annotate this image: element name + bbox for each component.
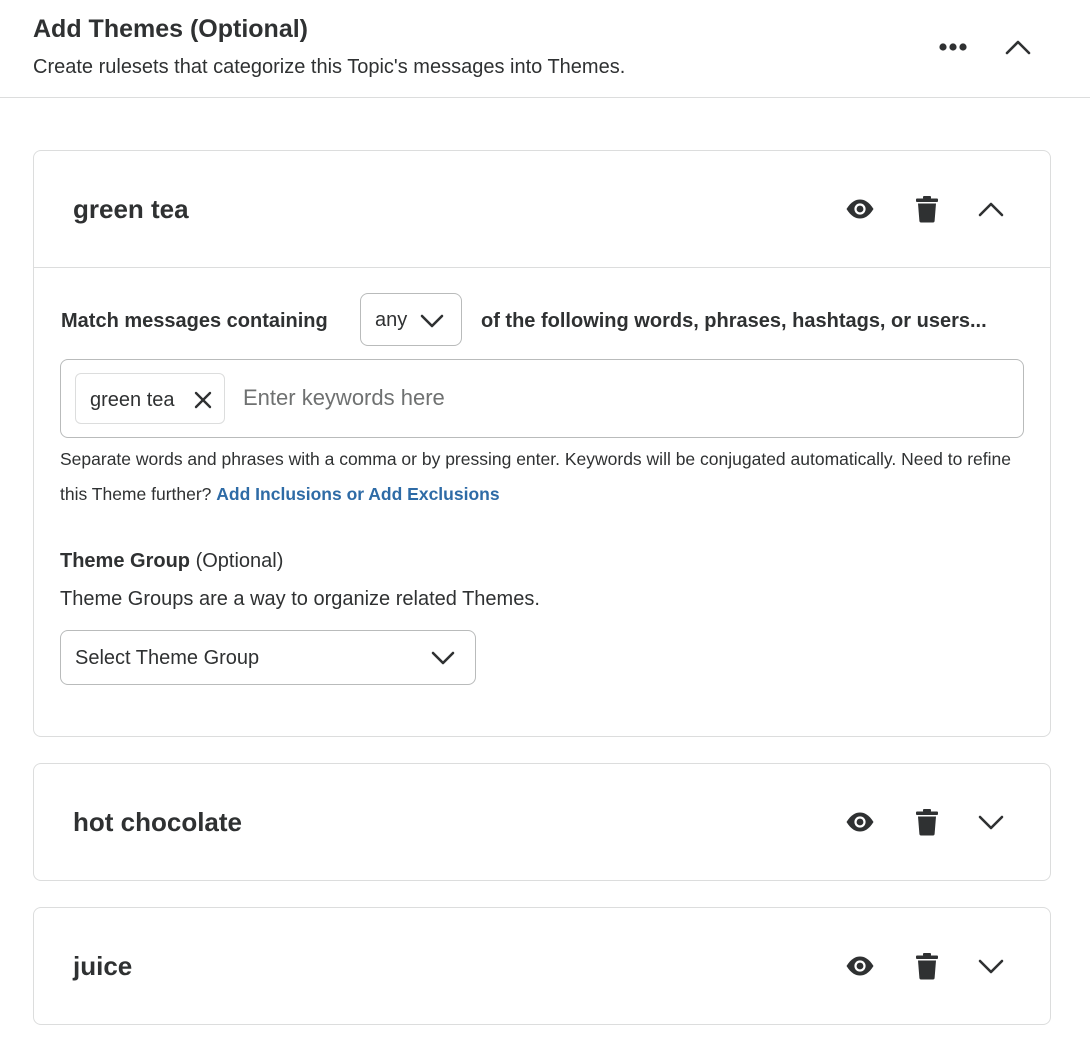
- preview-theme-button[interactable]: [843, 806, 877, 838]
- section-subtitle: Create rulesets that categorize this Top…: [33, 56, 626, 78]
- theme-name: green tea: [73, 194, 189, 224]
- theme-group-description: Theme Groups are a way to organize relat…: [60, 588, 540, 610]
- delete-theme-button[interactable]: [910, 950, 944, 982]
- keywords-input[interactable]: [243, 382, 983, 414]
- remove-keyword-button[interactable]: [192, 389, 214, 411]
- theme-group-select-value: Select Theme Group: [75, 647, 260, 669]
- eye-icon: [846, 812, 874, 832]
- collapse-section-button[interactable]: [998, 28, 1038, 66]
- more-options-button[interactable]: [932, 34, 974, 60]
- theme-group-label-text: Theme Group: [60, 550, 191, 572]
- chevron-down-icon: [978, 815, 1004, 830]
- delete-theme-button[interactable]: [910, 806, 944, 838]
- eye-icon: [846, 956, 874, 976]
- chevron-down-icon: [978, 959, 1004, 974]
- collapse-theme-button[interactable]: [974, 193, 1008, 225]
- theme-card-body: Match messages containing any of the fol…: [34, 267, 1050, 685]
- match-description: of the following words, phrases, hashtag…: [481, 310, 987, 332]
- eye-icon: [846, 199, 874, 219]
- trash-icon: [916, 196, 938, 223]
- theme-card-header[interactable]: juice: [34, 908, 1050, 1024]
- theme-card: hot chocolate: [33, 763, 1051, 881]
- theme-card: juice: [33, 907, 1051, 1025]
- keyword-chip: green tea: [75, 373, 225, 424]
- theme-name: hot chocolate: [73, 807, 243, 837]
- section-title: Add Themes (Optional): [33, 15, 308, 43]
- delete-theme-button[interactable]: [910, 193, 944, 225]
- more-horizontal-icon: [939, 43, 967, 51]
- trash-icon: [916, 809, 938, 836]
- expand-theme-button[interactable]: [974, 806, 1008, 838]
- match-mode-value: any: [375, 309, 408, 331]
- chevron-up-icon: [1005, 40, 1031, 55]
- theme-name: juice: [73, 951, 133, 981]
- chevron-up-icon: [978, 202, 1004, 217]
- match-label: Match messages containing: [61, 310, 328, 332]
- theme-card: green tea Match messages containing any …: [33, 150, 1051, 737]
- keywords-field[interactable]: green tea: [60, 359, 1024, 438]
- preview-theme-button[interactable]: [843, 950, 877, 982]
- add-inclusions-exclusions-link[interactable]: Add Inclusions or Add Exclusions: [216, 484, 499, 504]
- chevron-down-icon: [431, 651, 455, 665]
- section-header: Add Themes (Optional) Create rulesets th…: [0, 0, 1090, 98]
- chevron-down-icon: [420, 314, 444, 328]
- preview-theme-button[interactable]: [843, 193, 877, 225]
- helper-text: Separate words and phrases with a comma …: [60, 449, 1012, 504]
- match-mode-select[interactable]: any: [360, 293, 462, 346]
- trash-icon: [916, 953, 938, 980]
- theme-group-label: Theme Group (Optional): [60, 550, 283, 573]
- theme-group-select[interactable]: Select Theme Group: [60, 630, 476, 685]
- theme-card-header[interactable]: hot chocolate: [34, 764, 1050, 880]
- theme-card-header[interactable]: green tea: [34, 151, 1050, 267]
- close-icon: [194, 391, 212, 409]
- keyword-chip-label: green tea: [90, 389, 175, 411]
- keywords-helper-text: Separate words and phrases with a comma …: [60, 442, 1030, 512]
- expand-theme-button[interactable]: [974, 950, 1008, 982]
- theme-group-optional: (Optional): [195, 550, 284, 572]
